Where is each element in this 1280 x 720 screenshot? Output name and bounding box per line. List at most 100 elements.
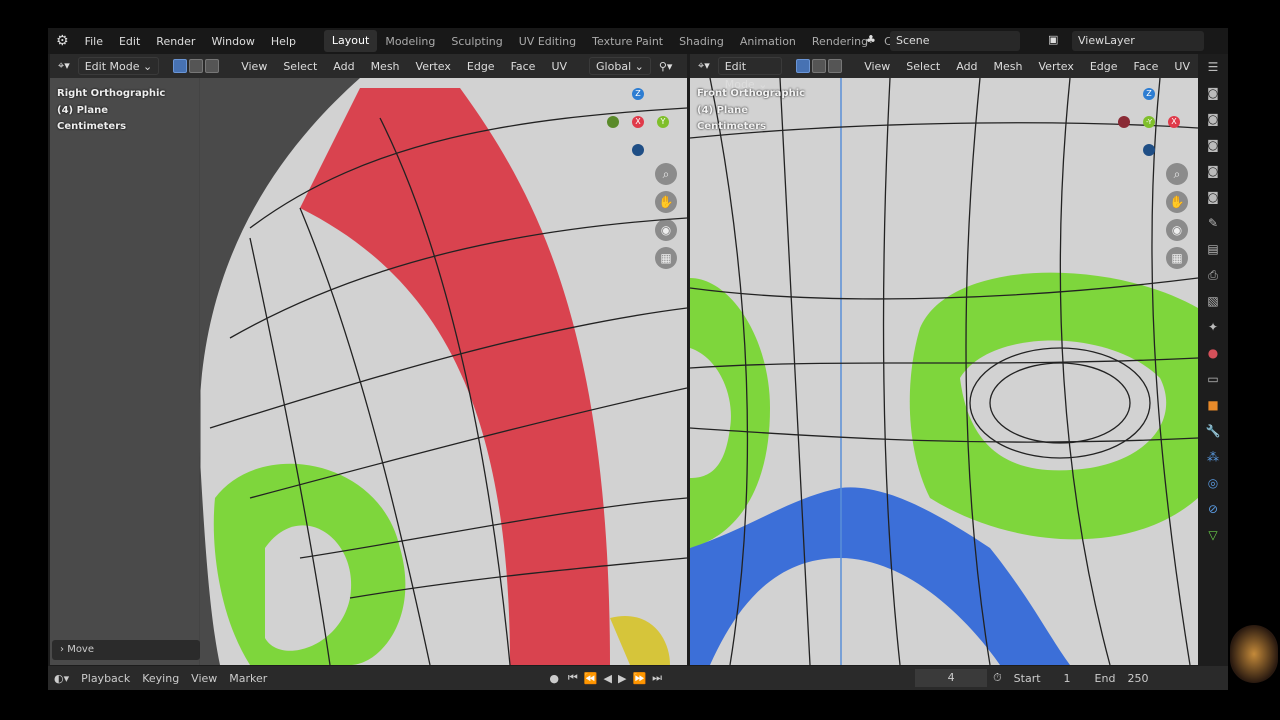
physics-icon[interactable]: ◎ xyxy=(1198,470,1228,496)
play-reverse-icon[interactable]: ◀ xyxy=(601,672,615,685)
menu-view[interactable]: View xyxy=(233,60,275,73)
menu-vertex[interactable]: Vertex xyxy=(1031,60,1082,73)
menu-select[interactable]: Select xyxy=(898,60,948,73)
play-icon[interactable]: ▶ xyxy=(615,672,629,685)
gizmo-neg-y-axis[interactable]: -Y xyxy=(1143,116,1155,128)
current-frame-field[interactable]: 4 xyxy=(915,669,988,687)
navigation-gizmo[interactable]: Z X Y xyxy=(605,86,675,158)
tab-texture-paint[interactable]: Texture Paint xyxy=(584,35,671,48)
camera-icon[interactable]: ◙ xyxy=(1198,106,1228,132)
camera-icon[interactable]: ◙ xyxy=(1198,184,1228,210)
tab-uv-editing[interactable]: UV Editing xyxy=(511,35,584,48)
grid-ortho-icon[interactable]: ▦ xyxy=(1166,247,1188,269)
hand-pan-icon[interactable]: ✋ xyxy=(1166,191,1188,213)
camera-icon[interactable]: ◙ xyxy=(1198,158,1228,184)
constraints-icon[interactable]: ⊘ xyxy=(1198,496,1228,522)
tab-shading[interactable]: Shading xyxy=(671,35,732,48)
select-mode-buttons[interactable] xyxy=(165,59,227,73)
auto-keying-icon[interactable]: ● xyxy=(543,672,565,685)
zoom-icon[interactable]: ⌕ xyxy=(1166,163,1188,185)
menu-window[interactable]: Window xyxy=(203,35,262,48)
camera-icon[interactable]: ◉ xyxy=(655,219,677,241)
select-mode-buttons[interactable] xyxy=(788,59,850,73)
menu-uv[interactable]: UV xyxy=(543,60,575,73)
menu-edge[interactable]: Edge xyxy=(459,60,503,73)
vertex-select-icon[interactable] xyxy=(173,59,188,73)
world-icon[interactable]: ● xyxy=(1198,340,1228,366)
menu-select[interactable]: Select xyxy=(275,60,325,73)
menu-render[interactable]: Render xyxy=(148,35,203,48)
gizmo-neg-y-axis[interactable] xyxy=(607,116,619,128)
navigation-gizmo[interactable]: Z -Y X xyxy=(1116,86,1186,158)
mode-dropdown[interactable]: Edit Mode ⌄ xyxy=(77,57,160,75)
gizmo-z-axis[interactable]: Z xyxy=(632,88,644,100)
tab-sculpting[interactable]: Sculpting xyxy=(443,35,510,48)
gizmo-x-axis[interactable]: X xyxy=(1168,116,1180,128)
view-layer-icon[interactable]: ▧ xyxy=(1198,288,1228,314)
menu-add[interactable]: Add xyxy=(948,60,985,73)
edge-select-icon[interactable] xyxy=(812,59,827,73)
viewport-right[interactable]: Front Orthographic (4) Plane Centimeters… xyxy=(690,78,1198,665)
jump-end-icon[interactable]: ⏭ xyxy=(649,671,665,685)
menu-mesh[interactable]: Mesh xyxy=(363,60,408,73)
menu-add[interactable]: Add xyxy=(325,60,362,73)
menu-edge[interactable]: Edge xyxy=(1082,60,1126,73)
menu-face[interactable]: Face xyxy=(503,60,544,73)
camera-icon[interactable]: ◉ xyxy=(1166,219,1188,241)
jump-keyframe-forward-icon[interactable]: ⏩ xyxy=(629,672,649,685)
jump-start-icon[interactable]: ⏮ xyxy=(565,671,581,685)
scene-icon[interactable]: ✦ xyxy=(1198,314,1228,340)
snap-icon[interactable]: ⚲▾ xyxy=(651,60,681,73)
menu-face[interactable]: Face xyxy=(1126,60,1167,73)
camera-icon[interactable]: ◙ xyxy=(1198,132,1228,158)
tab-animation[interactable]: Animation xyxy=(732,35,804,48)
edge-select-icon[interactable] xyxy=(189,59,204,73)
stopwatch-icon[interactable]: ⏱ xyxy=(987,671,1008,685)
gizmo-neg-x-axis[interactable] xyxy=(1118,116,1130,128)
scene-icon[interactable]: ♣ xyxy=(866,33,876,46)
jump-keyframe-back-icon[interactable]: ⏪ xyxy=(581,672,601,685)
camera-icon[interactable]: ◙ xyxy=(1198,80,1228,106)
editor-type-icon[interactable]: ⌖▾ xyxy=(690,59,718,73)
gizmo-y-axis[interactable]: Y xyxy=(657,116,669,128)
face-select-icon[interactable] xyxy=(828,59,843,73)
outliner-icon[interactable]: ☰ xyxy=(1198,54,1228,80)
output-icon[interactable]: ⎙ xyxy=(1198,262,1228,288)
mode-dropdown[interactable]: Edit Mode ⌄ xyxy=(717,57,783,91)
view-layer-icon[interactable]: ▣ xyxy=(1048,33,1058,46)
modifier-wrench-icon[interactable]: 🔧 xyxy=(1198,418,1228,444)
viewport-left[interactable]: Right Orthographic (4) Plane Centimeters… xyxy=(50,78,687,665)
menu-vertex[interactable]: Vertex xyxy=(408,60,459,73)
last-operator-panel[interactable]: › Move xyxy=(52,640,200,660)
menu-playback[interactable]: Playback xyxy=(75,672,136,685)
menu-help[interactable]: Help xyxy=(263,35,304,48)
data-icon[interactable]: ▽ xyxy=(1198,522,1228,548)
view-layer-selector[interactable]: ViewLayer xyxy=(1072,31,1204,51)
scene-selector[interactable]: Scene xyxy=(890,31,1020,51)
menu-mesh[interactable]: Mesh xyxy=(986,60,1031,73)
menu-marker[interactable]: Marker xyxy=(223,672,273,685)
menu-keying[interactable]: Keying xyxy=(136,672,185,685)
tool-icon[interactable]: ✎ xyxy=(1198,210,1228,236)
end-frame-field[interactable]: 250 xyxy=(1121,672,1154,685)
tab-modeling[interactable]: Modeling xyxy=(377,35,443,48)
particles-icon[interactable]: ⁂ xyxy=(1198,444,1228,470)
menu-view[interactable]: View xyxy=(856,60,898,73)
face-select-icon[interactable] xyxy=(205,59,220,73)
menu-uv[interactable]: UV xyxy=(1166,60,1198,73)
editor-type-icon[interactable]: ⌖▾ xyxy=(50,59,78,73)
blender-logo-icon[interactable]: ⚙ xyxy=(48,33,77,49)
collection-icon[interactable]: ▭ xyxy=(1198,366,1228,392)
vertex-select-icon[interactable] xyxy=(796,59,811,73)
tab-layout[interactable]: Layout xyxy=(323,30,378,52)
gizmo-x-axis[interactable]: X xyxy=(632,116,644,128)
grid-ortho-icon[interactable]: ▦ xyxy=(655,247,677,269)
hand-pan-icon[interactable]: ✋ xyxy=(655,191,677,213)
zoom-icon[interactable]: ⌕ xyxy=(655,163,677,185)
render-icon[interactable]: ▤ xyxy=(1198,236,1228,262)
editor-type-icon[interactable]: ◐▾ xyxy=(48,672,75,685)
menu-view[interactable]: View xyxy=(185,672,223,685)
gizmo-z-axis[interactable]: Z xyxy=(1143,88,1155,100)
orientation-dropdown[interactable]: Global ⌄ xyxy=(589,57,651,75)
gizmo-neg-z-axis[interactable] xyxy=(1143,144,1155,156)
